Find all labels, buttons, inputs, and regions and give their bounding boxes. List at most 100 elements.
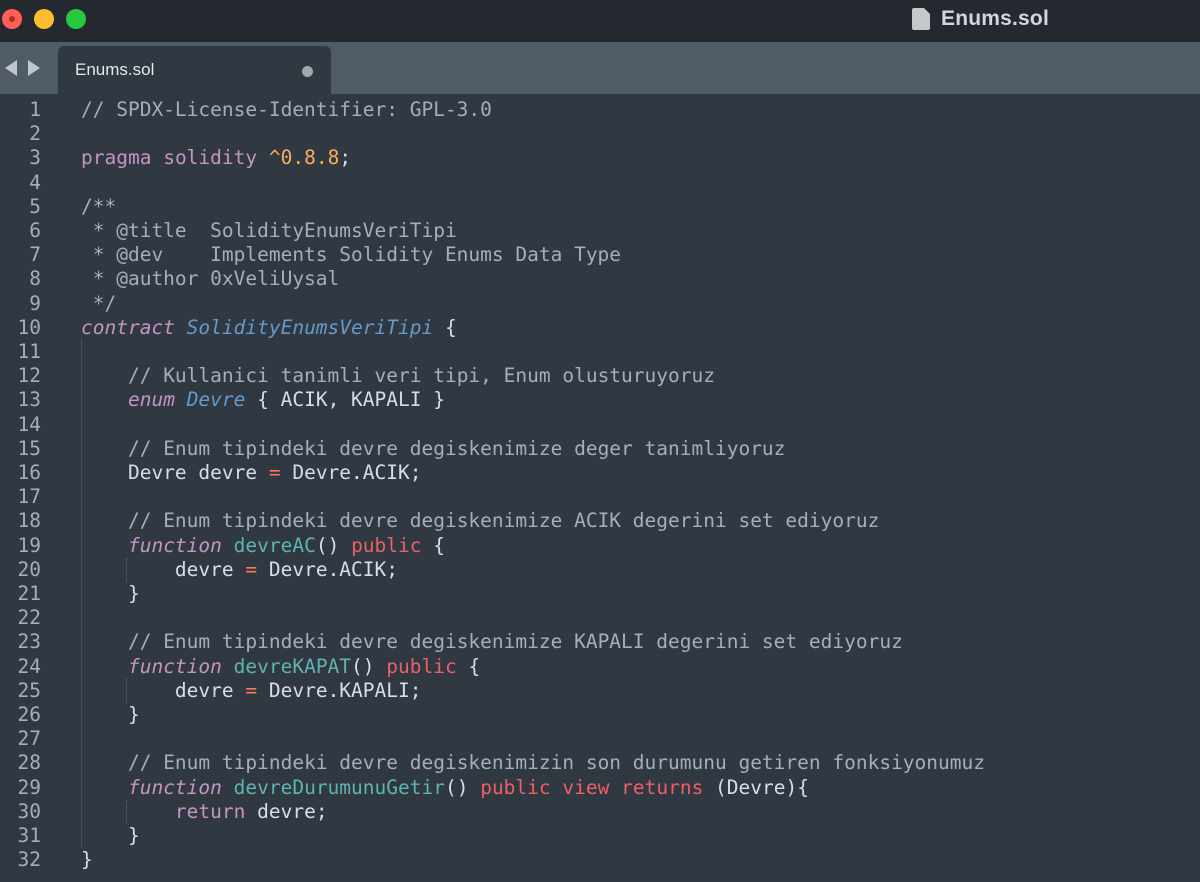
code-line[interactable]: 15 // Enum tipindeki devre degiskenimize…: [0, 437, 1200, 461]
line-number: 23: [17, 630, 41, 654]
code-token: (): [351, 654, 387, 678]
code-token: }: [81, 824, 140, 847]
code-line[interactable]: 6 * @title SolidityEnumsVeriTipi: [0, 219, 1200, 243]
code-line[interactable]: 26 }: [0, 703, 1200, 727]
code-line[interactable]: 30 return devre;: [0, 800, 1200, 824]
code-text: pragma solidity ^0.8.8;: [81, 146, 351, 170]
code-line[interactable]: 3 pragma solidity ^0.8.8;: [0, 146, 1200, 170]
code-token: * @author 0xVeliUysal: [81, 267, 340, 291]
code-text: Devre devre = Devre.ACIK;: [81, 461, 422, 485]
code-line[interactable]: 17: [0, 485, 1200, 509]
tab-enums-sol[interactable]: Enums.sol: [58, 46, 331, 94]
code-line[interactable]: 32}: [0, 848, 1200, 872]
code-line[interactable]: 9 */: [0, 292, 1200, 316]
window-title-group: Enums.sol: [912, 5, 1049, 33]
code-token: Devre: [186, 388, 246, 412]
code-line[interactable]: 16 Devre devre = Devre.ACIK;: [0, 461, 1200, 485]
code-line[interactable]: 4: [0, 171, 1200, 195]
code-token: { ACIK, KAPALI }: [245, 388, 445, 412]
code-text: function devreAC() public {: [81, 534, 445, 558]
line-number: 8: [29, 267, 41, 291]
code-token: devreAC: [233, 533, 316, 557]
code-token: devre: [81, 557, 246, 581]
code-text: }: [81, 703, 140, 727]
code-line[interactable]: 12 // Kullanici tanimli veri tipi, Enum …: [0, 364, 1200, 388]
line-number: 5: [29, 194, 41, 218]
code-line[interactable]: 23 // Enum tipindeki devre degiskenimize…: [0, 630, 1200, 654]
code-line[interactable]: 29 function devreDurumunuGetir() public …: [0, 776, 1200, 800]
code-line[interactable]: 31 }: [0, 824, 1200, 848]
code-token: {: [456, 654, 481, 678]
code-text: contract SolidityEnumsVeriTipi {: [81, 316, 457, 340]
line-number: 28: [17, 751, 41, 775]
minimize-button[interactable]: [34, 9, 54, 29]
tab-bar: Enums.sol: [0, 42, 1200, 94]
code-line[interactable]: 19 function devreAC() public {: [0, 534, 1200, 558]
line-number: 17: [17, 485, 41, 509]
back-arrow-icon[interactable]: [5, 60, 17, 76]
code-text: devre = Devre.KAPALI;: [81, 679, 422, 703]
code-line[interactable]: 13 enum Devre { ACIK, KAPALI }: [0, 388, 1200, 412]
code-line[interactable]: 10 contract SolidityEnumsVeriTipi {: [0, 316, 1200, 340]
line-number: 27: [17, 727, 41, 751]
code-editor[interactable]: 1 // SPDX-License-Identifier: GPL-3.0 2 3 pr…: [0, 94, 1200, 882]
code-line[interactable]: 2: [0, 122, 1200, 146]
line-number: 4: [29, 170, 41, 194]
code-text: devre = Devre.ACIK;: [81, 558, 398, 582]
code-token: }: [81, 848, 93, 872]
code-line[interactable]: 14: [0, 413, 1200, 437]
code-token: // Enum tipindeki devre degiskenimize AC…: [127, 509, 880, 533]
code-line[interactable]: 7 * @dev Implements Solidity Enums Data …: [0, 243, 1200, 267]
code-token: Devre devre: [81, 461, 269, 484]
line-number: 2: [29, 122, 41, 146]
line-number: 30: [17, 799, 41, 823]
code-line[interactable]: 24 function devreKAPAT() public {: [0, 655, 1200, 679]
code-token: contract: [81, 315, 175, 339]
line-number: 7: [29, 243, 41, 267]
code-token: function: [127, 775, 222, 799]
code-token: (): [444, 775, 481, 799]
code-text: }: [81, 848, 93, 872]
code-token: (Devre){: [703, 775, 809, 799]
line-number: 16: [17, 461, 41, 484]
code-line[interactable]: 22: [0, 606, 1200, 630]
code-line[interactable]: 18 // Enum tipindeki devre degiskenimize…: [0, 509, 1200, 533]
code-line[interactable]: 27: [0, 727, 1200, 751]
code-line[interactable]: 1 // SPDX-License-Identifier: GPL-3.0: [0, 98, 1200, 122]
code-token: */: [81, 291, 117, 315]
line-number: 25: [17, 678, 41, 702]
line-number: 9: [29, 291, 41, 315]
code-token: devre: [81, 678, 246, 702]
line-number: 32: [17, 848, 41, 872]
indent-guide: [126, 678, 127, 703]
code-line[interactable]: 11: [0, 340, 1200, 364]
code-line[interactable]: 21 }: [0, 582, 1200, 606]
code-text: }: [81, 582, 140, 606]
indent-guide: [126, 557, 127, 582]
code-line[interactable]: 8 * @author 0xVeliUysal: [0, 267, 1200, 291]
maximize-button[interactable]: [66, 9, 86, 29]
forward-arrow-icon[interactable]: [28, 60, 40, 76]
unsaved-dot-icon[interactable]: [302, 66, 313, 77]
code-line[interactable]: 28 // Enum tipindeki devre degiskenimizi…: [0, 751, 1200, 775]
code-text: return devre;: [81, 800, 328, 824]
code-line[interactable]: 20 devre = Devre.ACIK;: [0, 558, 1200, 582]
code-line[interactable]: 25 devre = Devre.KAPALI;: [0, 679, 1200, 703]
code-token: {: [433, 315, 457, 339]
code-token: // Kullanici tanimli veri tipi, Enum olu…: [127, 364, 715, 388]
code-token: devre;: [245, 799, 328, 823]
close-button[interactable]: [2, 9, 22, 29]
code-token: SolidityEnumsVeriTipi: [186, 315, 434, 339]
code-line[interactable]: 5 /**: [0, 195, 1200, 219]
code-token: Devre.ACIK;: [257, 557, 399, 581]
